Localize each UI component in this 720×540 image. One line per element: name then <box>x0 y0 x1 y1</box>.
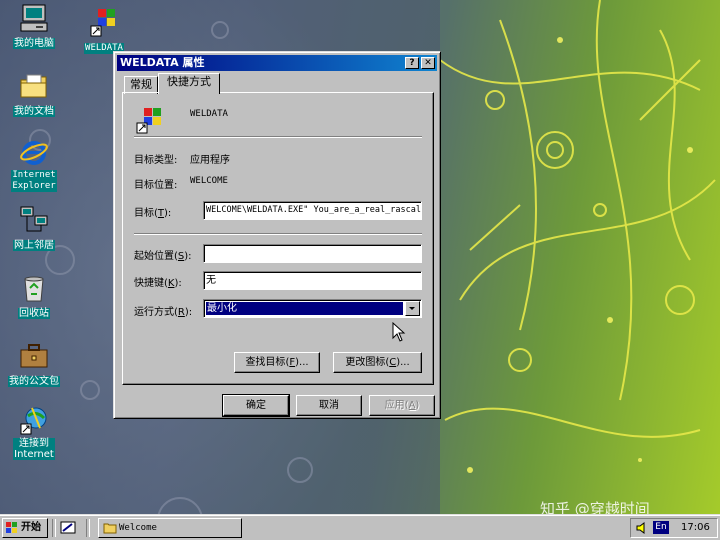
desktop-icon-briefcase[interactable]: 我的公文包 <box>2 340 66 387</box>
start-in-field[interactable] <box>203 244 422 263</box>
internet-explorer-icon <box>18 136 50 168</box>
weldata-shortcut-icon <box>88 6 120 38</box>
desktop-icon-weldata[interactable]: WELDATA <box>72 6 136 54</box>
target-field[interactable]: WELCOME\WELDATA.EXE" You_are_a_real_rasc… <box>203 201 422 220</box>
dialog-title-bar[interactable]: WELDATA 属性 ? ✕ <box>117 55 437 71</box>
desktop-icon-my-documents[interactable]: 我的文档 <box>2 70 66 117</box>
tab-label: 常规 <box>130 78 152 91</box>
desktop-icon-recycle-bin[interactable]: 回收站 <box>2 272 66 319</box>
folder-icon <box>103 523 117 534</box>
recycle-bin-icon <box>18 272 50 304</box>
close-button[interactable]: ✕ <box>421 57 435 69</box>
system-tray: En 17:06 <box>630 518 718 538</box>
target-location-label: 目标位置: <box>134 180 178 191</box>
tab-label: 快捷方式 <box>167 75 211 88</box>
clock[interactable]: 17:06 <box>681 521 710 535</box>
hotkey-label: 快捷键(K): <box>134 278 182 289</box>
volume-icon[interactable] <box>635 521 649 535</box>
desktop-icon-label: 回收站 <box>18 308 50 319</box>
desktop-icon-label: 连接到 Internet <box>13 438 55 460</box>
start-in-label: 起始位置(S): <box>134 251 192 262</box>
weldata-app-icon <box>136 106 164 134</box>
run-select[interactable]: 最小化 <box>203 299 422 318</box>
target-label: 目标(T): <box>134 208 172 219</box>
quick-launch-desktop-icon[interactable] <box>60 520 76 536</box>
my-documents-icon <box>18 70 50 102</box>
dropdown-button[interactable] <box>405 301 420 316</box>
my-computer-icon <box>18 2 50 34</box>
desktop-icon-label: 网上邻居 <box>13 240 55 251</box>
apply-button[interactable]: 应用(A) <box>369 395 435 416</box>
desktop: 我的电脑 WELDATA 我的文档 Internet Explorer 网上邻居… <box>0 0 720 540</box>
briefcase-icon <box>18 340 50 372</box>
desktop-icon-connect-internet[interactable]: 连接到 Internet <box>2 404 66 460</box>
start-label: 开始 <box>21 522 41 533</box>
properties-dialog: WELDATA 属性 ? ✕ 常规 快捷方式 WELDATA 目标类型: 应用程… <box>113 51 441 419</box>
dialog-title: WELDATA 属性 <box>120 56 205 69</box>
start-button[interactable]: 开始 <box>2 518 48 538</box>
desktop-icon-label: Internet Explorer <box>11 170 57 192</box>
mouse-cursor-icon <box>392 322 406 342</box>
shortcut-name: WELDATA <box>190 109 228 119</box>
cancel-button[interactable]: 取消 <box>296 395 362 416</box>
taskbar-divider <box>52 519 56 537</box>
network-neighborhood-icon <box>18 204 50 236</box>
desktop-icon-my-computer[interactable]: 我的电脑 <box>2 2 66 49</box>
hotkey-field[interactable]: 无 <box>203 271 422 290</box>
desktop-icon-label: 我的电脑 <box>13 38 55 49</box>
taskbar: 开始 Welcome En 17:06 <box>0 514 720 540</box>
find-target-button[interactable]: 查找目标(F)... <box>234 352 320 373</box>
separator <box>134 136 422 138</box>
taskbar-divider <box>86 519 90 537</box>
chevron-down-icon <box>409 307 415 310</box>
desktop-icon-label: 我的文档 <box>13 106 55 117</box>
task-label: Welcome <box>119 523 157 533</box>
help-icon: ? <box>409 58 415 68</box>
run-label: 运行方式(R): <box>134 307 193 318</box>
tab-shortcut[interactable]: 快捷方式 <box>158 73 220 94</box>
desktop-icon-network[interactable]: 网上邻居 <box>2 204 66 251</box>
change-icon-button[interactable]: 更改图标(C)... <box>333 352 422 373</box>
connect-internet-icon <box>18 404 50 436</box>
task-button-welcome[interactable]: Welcome <box>98 518 242 538</box>
separator <box>134 233 422 235</box>
desktop-icon-internet-explorer[interactable]: Internet Explorer <box>2 136 66 192</box>
windows-logo-icon <box>6 522 17 533</box>
language-indicator[interactable]: En <box>653 521 669 534</box>
desktop-icon-label: 我的公文包 <box>8 376 60 387</box>
ok-button[interactable]: 确定 <box>222 394 290 417</box>
close-icon: ✕ <box>424 58 432 68</box>
target-type-label: 目标类型: <box>134 155 178 166</box>
run-select-value: 最小化 <box>206 302 403 315</box>
target-location-value: WELCOME <box>190 176 228 186</box>
target-type-value: 应用程序 <box>190 155 230 166</box>
help-button[interactable]: ? <box>405 57 419 69</box>
